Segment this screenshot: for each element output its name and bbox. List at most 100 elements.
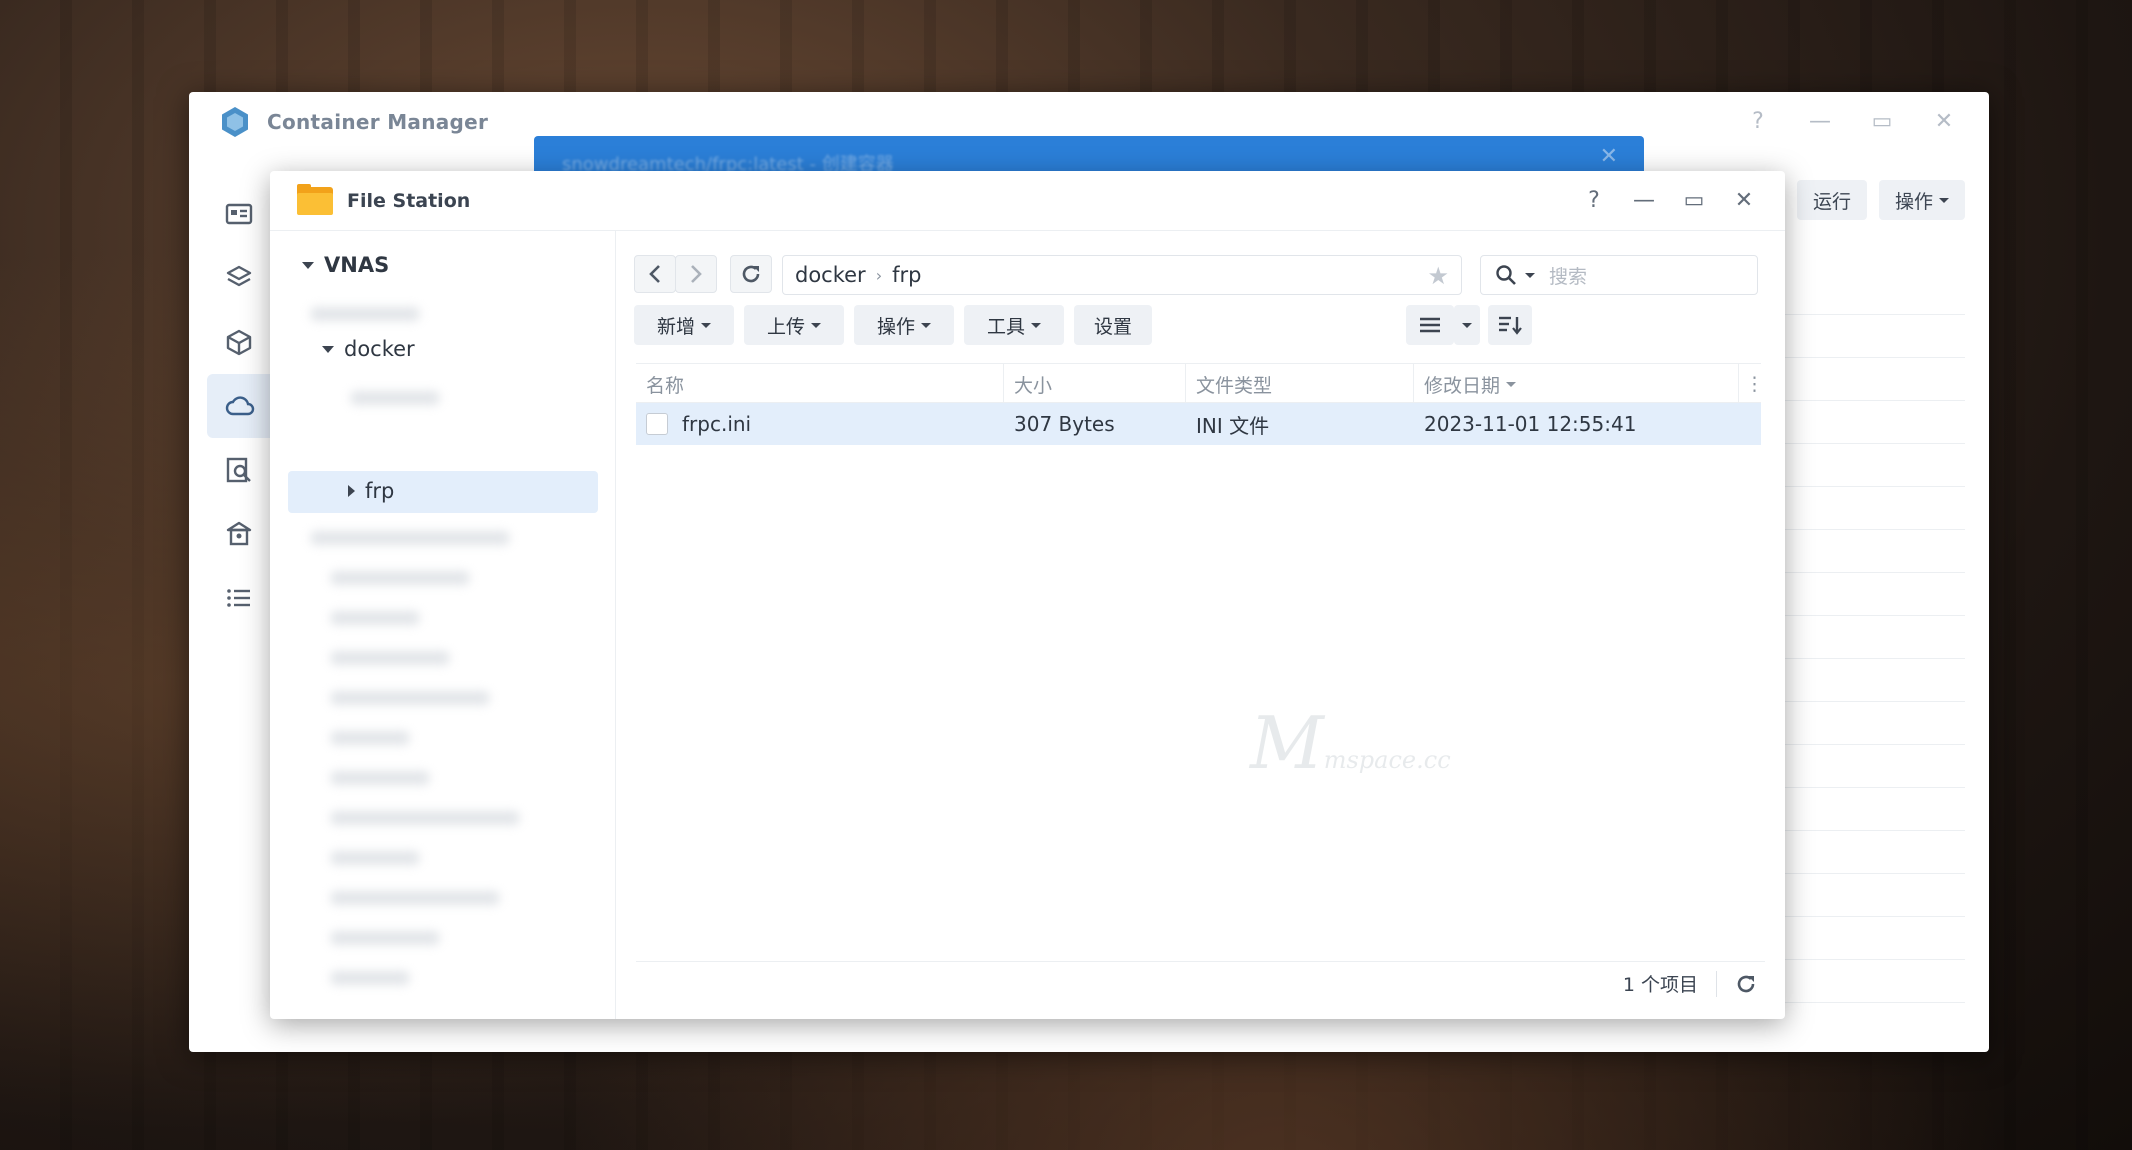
blurred-tree-item bbox=[330, 691, 490, 705]
blurred-tree-item bbox=[310, 531, 510, 545]
tree-node-frp[interactable]: frp bbox=[348, 479, 394, 503]
list-item[interactable] bbox=[1765, 444, 1965, 487]
view-dropdown-button[interactable] bbox=[1454, 305, 1480, 345]
create-button[interactable]: 新增 bbox=[634, 305, 734, 345]
blurred-tree-item bbox=[330, 731, 410, 745]
fs-help-icon[interactable]: ? bbox=[1579, 185, 1609, 215]
cm-action-button[interactable]: 操作 bbox=[1878, 180, 1965, 220]
favorite-star-icon[interactable]: ★ bbox=[1427, 262, 1449, 290]
list-item[interactable] bbox=[1765, 272, 1965, 315]
file-name-cell: frpc.ini bbox=[636, 403, 1004, 445]
list-item[interactable] bbox=[1765, 659, 1965, 702]
cm-run-label: 运行 bbox=[1812, 190, 1851, 213]
list-item[interactable] bbox=[1765, 487, 1965, 530]
create-container-dialog-header: snowdreamtech/frpc:latest - 创建容器 ✕ bbox=[534, 136, 1644, 175]
list-item[interactable] bbox=[1765, 616, 1965, 659]
file-modified: 2023-11-01 12:55:41 bbox=[1424, 412, 1637, 436]
refresh-button[interactable] bbox=[730, 255, 772, 293]
chevron-down-icon bbox=[811, 322, 821, 328]
dialog-close-icon[interactable]: ✕ bbox=[1600, 144, 1618, 169]
expand-caret-icon bbox=[322, 345, 334, 353]
blurred-tree-item bbox=[330, 931, 440, 945]
list-item[interactable] bbox=[1765, 917, 1965, 960]
folder-icon bbox=[297, 183, 333, 215]
cm-help-icon[interactable]: ? bbox=[1743, 106, 1773, 136]
list-item[interactable] bbox=[1765, 573, 1965, 616]
file-list-footer: 1 个项目 bbox=[636, 961, 1765, 1005]
blurred-tree-item bbox=[330, 651, 450, 665]
collapse-caret-icon bbox=[348, 485, 355, 497]
footer-refresh-icon[interactable] bbox=[1735, 973, 1757, 995]
back-button[interactable] bbox=[634, 255, 676, 293]
tree-selection-highlight bbox=[288, 471, 598, 513]
cm-maximize-icon[interactable]: ▭ bbox=[1867, 106, 1897, 136]
tree-node-vnas[interactable]: VNAS bbox=[302, 253, 389, 277]
upload-button[interactable]: 上传 bbox=[744, 305, 844, 345]
list-item[interactable] bbox=[1765, 702, 1965, 745]
action-label: 操作 bbox=[876, 315, 915, 338]
fs-minimize-icon[interactable]: — bbox=[1629, 185, 1659, 215]
blurred-tree-item bbox=[330, 811, 520, 825]
column-options-icon[interactable]: ⋮ bbox=[1739, 364, 1764, 404]
tree-node-docker[interactable]: docker bbox=[322, 337, 415, 361]
footer-divider bbox=[1716, 970, 1717, 997]
list-icon bbox=[227, 589, 250, 607]
list-item[interactable] bbox=[1765, 358, 1965, 401]
list-item[interactable] bbox=[1765, 745, 1965, 788]
column-name[interactable]: 名称 bbox=[636, 364, 1004, 404]
box-icon bbox=[226, 329, 252, 356]
fs-close-icon[interactable]: ✕ bbox=[1729, 185, 1759, 215]
list-view-icon bbox=[1420, 317, 1440, 333]
column-size-label: 大小 bbox=[1014, 374, 1053, 397]
path-segment-frp[interactable]: frp bbox=[892, 263, 921, 287]
row-checkbox[interactable] bbox=[646, 413, 668, 435]
list-item[interactable] bbox=[1765, 401, 1965, 444]
tools-button[interactable]: 工具 bbox=[964, 305, 1064, 345]
list-item[interactable] bbox=[1765, 960, 1965, 1003]
list-item[interactable] bbox=[1765, 530, 1965, 573]
path-separator-icon: › bbox=[875, 265, 883, 285]
column-type-label: 文件类型 bbox=[1196, 374, 1273, 397]
blurred-tree-item bbox=[350, 391, 440, 405]
search-input[interactable]: 搜索 bbox=[1480, 255, 1758, 295]
file-size: 307 Bytes bbox=[1014, 412, 1115, 436]
sort-desc-icon bbox=[1506, 381, 1517, 387]
fs-maximize-icon[interactable]: ▭ bbox=[1679, 185, 1709, 215]
blurred-tree-item bbox=[330, 611, 420, 625]
blurred-tree-item bbox=[330, 851, 420, 865]
fs-titlebar[interactable]: File Station ? — ▭ ✕ bbox=[270, 171, 1785, 231]
sort-icon bbox=[1499, 316, 1522, 335]
cm-minimize-icon[interactable]: — bbox=[1805, 106, 1835, 136]
column-modified[interactable]: 修改日期 bbox=[1414, 364, 1739, 404]
watermark-logo: Mmspace.cc bbox=[1250, 701, 1451, 785]
blurred-tree-item bbox=[330, 971, 410, 985]
blurred-tree-item bbox=[330, 891, 500, 905]
list-item[interactable] bbox=[1765, 315, 1965, 358]
blurred-tree-item bbox=[330, 571, 470, 585]
list-item[interactable] bbox=[1765, 874, 1965, 917]
path-bar[interactable]: docker › frp ★ bbox=[782, 255, 1462, 295]
action-button[interactable]: 操作 bbox=[854, 305, 954, 345]
list-view-button[interactable] bbox=[1406, 305, 1454, 345]
file-size-cell: 307 Bytes bbox=[1004, 403, 1186, 445]
cm-run-button[interactable]: 运行 bbox=[1796, 180, 1867, 220]
column-size[interactable]: 大小 bbox=[1004, 364, 1186, 404]
chevron-down-icon bbox=[1462, 322, 1472, 328]
forward-button[interactable] bbox=[675, 255, 717, 293]
file-list-panel: docker › frp ★ 搜索 新增 上传 操作 工具 设置 名称 大小 文… bbox=[616, 231, 1785, 1019]
tools-label: 工具 bbox=[986, 315, 1025, 338]
cm-app-title: Container Manager bbox=[267, 110, 489, 134]
chevron-down-icon bbox=[921, 322, 931, 328]
table-row[interactable]: frpc.ini 307 Bytes INI 文件 2023-11-01 12:… bbox=[636, 403, 1761, 445]
chevron-left-icon bbox=[649, 265, 660, 283]
settings-button[interactable]: 设置 bbox=[1074, 305, 1152, 345]
list-item[interactable] bbox=[1765, 788, 1965, 831]
cm-close-icon[interactable]: ✕ bbox=[1929, 106, 1959, 136]
column-type[interactable]: 文件类型 bbox=[1186, 364, 1414, 404]
file-type-cell: INI 文件 bbox=[1186, 403, 1414, 445]
path-segment-docker[interactable]: docker bbox=[795, 263, 866, 287]
sort-button[interactable] bbox=[1488, 305, 1532, 345]
list-item[interactable] bbox=[1765, 831, 1965, 874]
upload-label: 上传 bbox=[766, 315, 805, 338]
search-dropdown-icon[interactable] bbox=[1525, 272, 1535, 278]
